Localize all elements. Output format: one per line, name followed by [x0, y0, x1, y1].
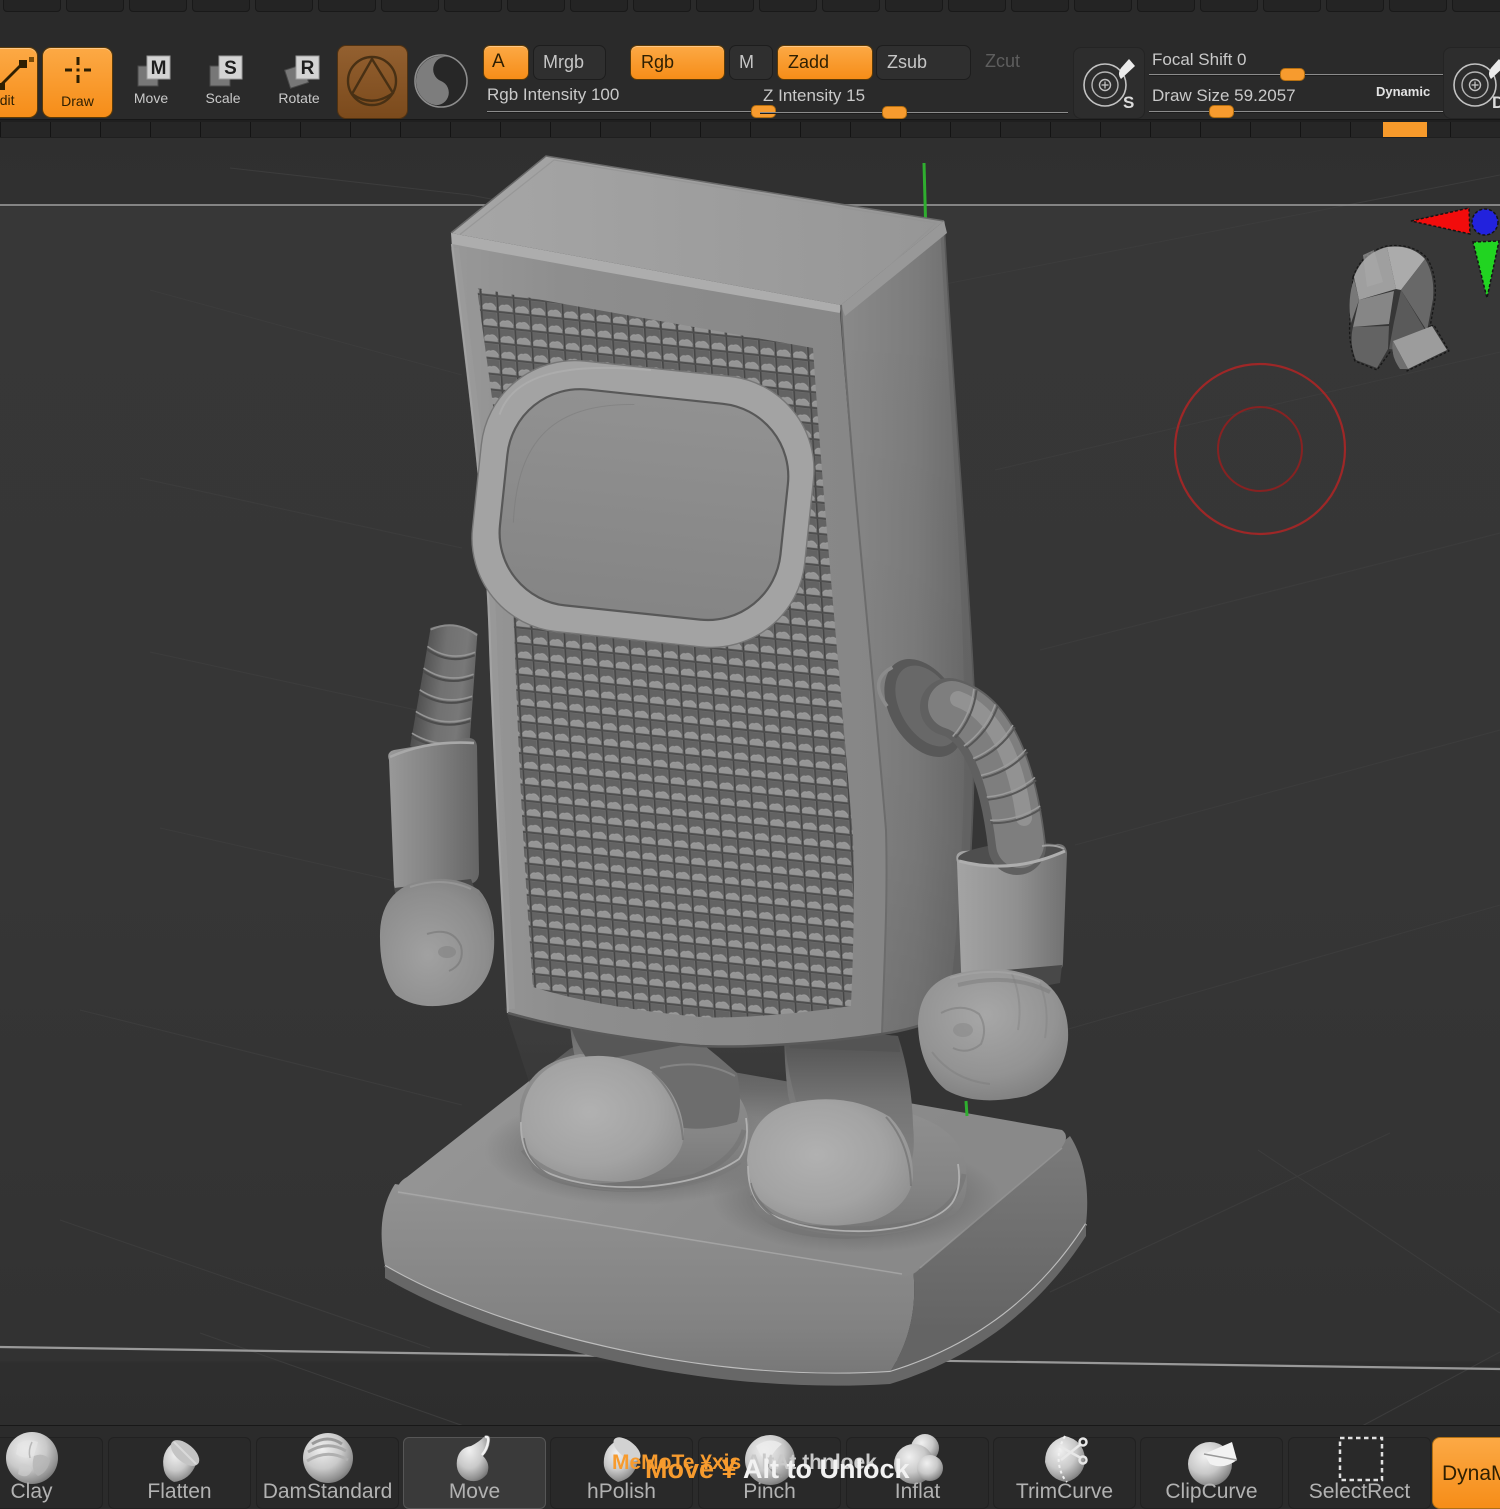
svg-text:D: D: [1492, 93, 1500, 112]
svg-text:R: R: [301, 58, 315, 79]
svg-text:M: M: [151, 58, 167, 79]
svg-text:S: S: [1123, 93, 1134, 112]
svg-text:S: S: [224, 58, 237, 79]
